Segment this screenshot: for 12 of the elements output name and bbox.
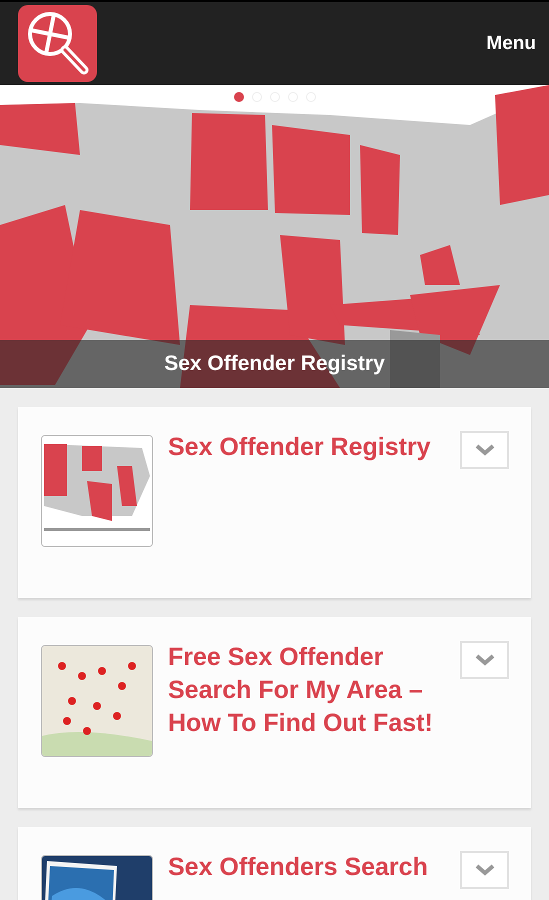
chevron-down-icon	[474, 444, 494, 456]
expand-button[interactable]	[460, 431, 509, 469]
article-title[interactable]: Free Sex Offender Search For My Area – How To Find Out Fast!	[168, 641, 445, 740]
expand-button[interactable]	[460, 641, 509, 679]
chevron-down-icon	[474, 654, 494, 666]
menu-button[interactable]: Menu	[486, 32, 536, 54]
logo-icon[interactable]	[18, 5, 97, 82]
expand-button[interactable]	[460, 851, 509, 889]
article-title[interactable]: Sex Offender Registry	[168, 431, 445, 464]
article-title[interactable]: Sex Offenders Search	[168, 851, 445, 884]
chevron-down-icon	[474, 864, 494, 876]
slide-caption: Sex Offender Registry	[164, 352, 385, 376]
